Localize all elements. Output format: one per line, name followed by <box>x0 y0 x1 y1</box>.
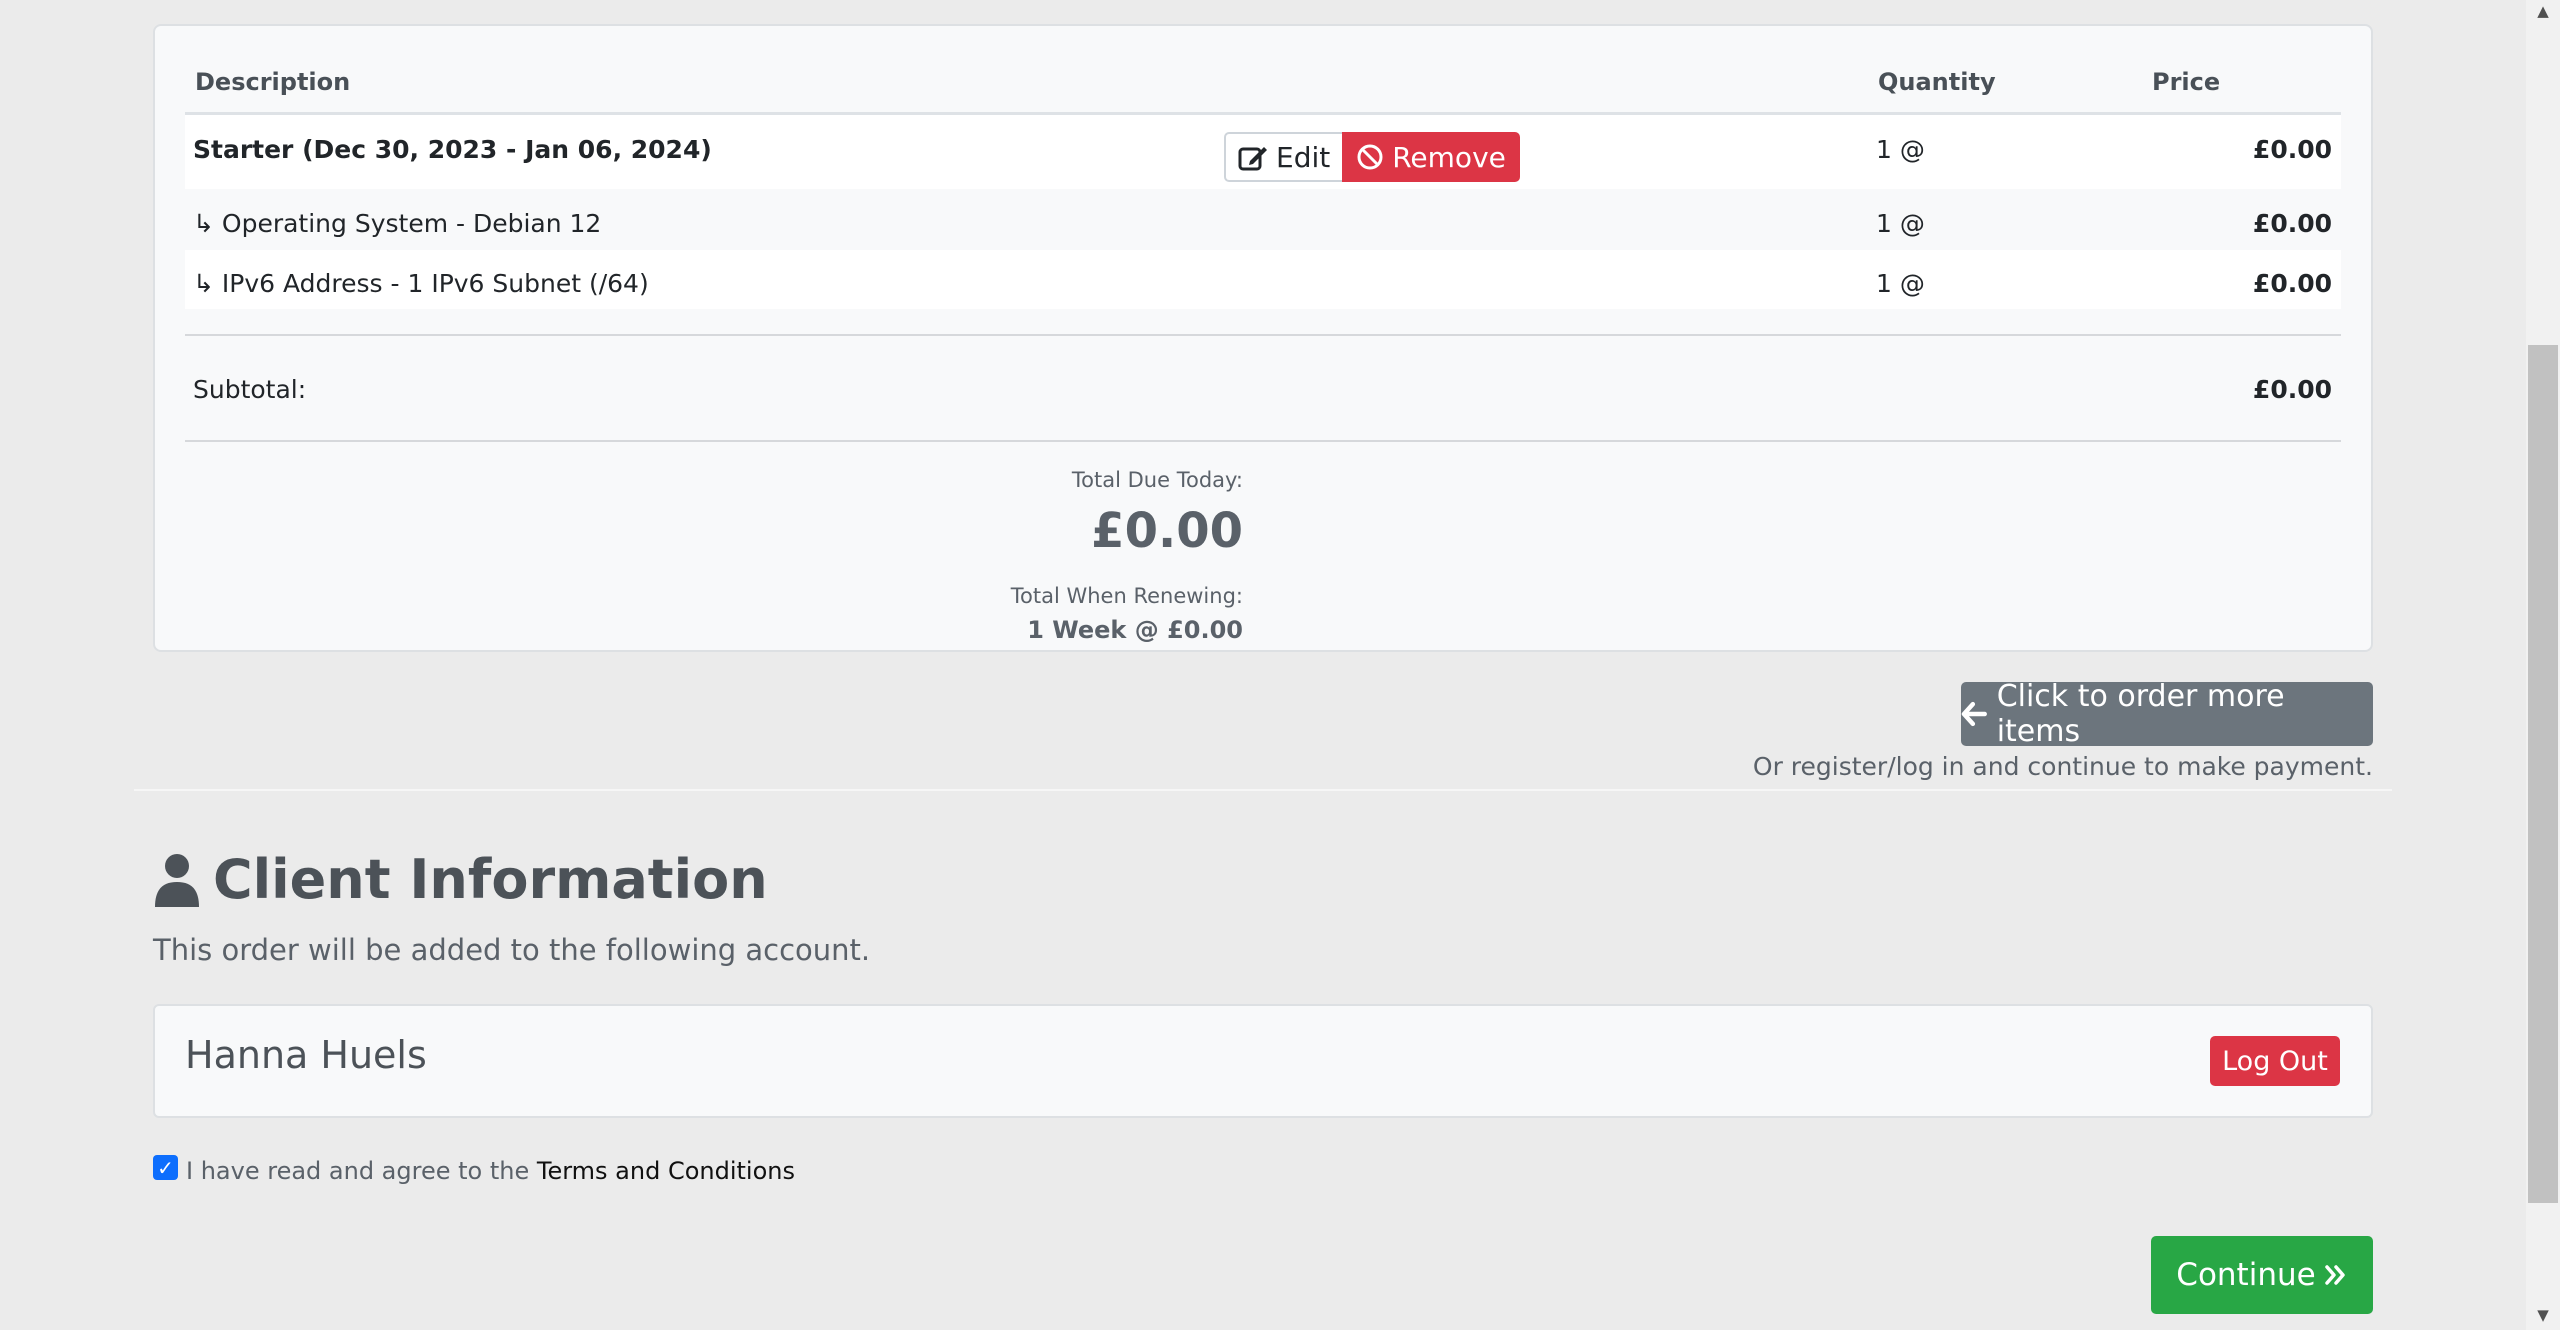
account-card <box>153 1004 2373 1118</box>
checkmark-icon: ✓ <box>157 1155 174 1180</box>
addon-price: £0.00 <box>2252 209 2332 238</box>
total-renewing-label: Total When Renewing: <box>1010 584 1243 608</box>
section-divider <box>134 789 2392 791</box>
scroll-up-icon[interactable]: ▲ <box>2530 2 2556 20</box>
header-quantity: Quantity <box>1878 68 1996 96</box>
addon-quantity: 1 @ <box>1876 269 1925 298</box>
addon-price: £0.00 <box>2252 269 2332 298</box>
product-actions: Edit Remove <box>1224 132 1520 182</box>
subtotal-divider-top <box>185 334 2341 336</box>
product-name: Starter (Dec 30, 2023 - Jan 06, 2024) <box>193 135 712 164</box>
continue-button[interactable]: Continue <box>2151 1236 2373 1314</box>
product-price: £0.00 <box>2252 135 2332 164</box>
header-description: Description <box>195 68 351 96</box>
addon-name: ↳ IPv6 Address - 1 IPv6 Subnet (/64) <box>193 269 649 298</box>
remove-label: Remove <box>1392 140 1506 174</box>
subtotal-divider-bottom <box>185 440 2341 442</box>
client-title-text: Client Information <box>213 848 768 911</box>
scroll-down-icon[interactable]: ▼ <box>2530 1306 2556 1324</box>
remove-button[interactable]: Remove <box>1342 132 1520 182</box>
terms-checkbox[interactable]: ✓ <box>153 1155 178 1180</box>
arrow-left-icon <box>1961 701 1987 727</box>
addon-quantity: 1 @ <box>1876 209 1925 238</box>
total-due-label: Total Due Today: <box>1071 468 1243 492</box>
addon-name: ↳ Operating System - Debian 12 <box>193 209 602 238</box>
terms-text: I have read and agree to the Terms and C… <box>186 1157 795 1185</box>
ban-icon <box>1357 144 1383 170</box>
product-quantity: 1 @ <box>1876 135 1925 164</box>
edit-label: Edit <box>1276 140 1331 174</box>
order-more-button[interactable]: Click to order more items <box>1961 679 2373 749</box>
edit-button[interactable]: Edit <box>1224 132 1343 182</box>
total-due-value: £0.00 <box>1091 503 1243 559</box>
subtotal-label: Subtotal: <box>193 375 307 404</box>
header-price: Price <box>2152 68 2221 96</box>
terms-label: I have read and agree to the <box>186 1157 530 1185</box>
account-name: Hanna Huels <box>185 1033 427 1077</box>
double-chevron-right-icon <box>2324 1265 2345 1285</box>
client-subtitle: This order will be added to the followin… <box>153 933 871 967</box>
subtotal-value: £0.00 <box>2252 375 2332 404</box>
scrollbar-thumb[interactable] <box>2528 345 2558 1203</box>
logout-button[interactable]: Log Out <box>2210 1036 2340 1086</box>
continue-label: Continue <box>2176 1257 2316 1293</box>
payment-hint: Or register/log in and continue to make … <box>1752 752 2373 781</box>
order-more-label: Click to order more items <box>1996 679 2285 749</box>
total-renewing-value: 1 Week @ £0.00 <box>1027 616 1243 644</box>
user-icon <box>155 853 199 907</box>
terms-link[interactable]: Terms and Conditions <box>537 1157 795 1185</box>
edit-icon <box>1238 147 1267 171</box>
client-info-title: Client Information <box>153 848 768 911</box>
